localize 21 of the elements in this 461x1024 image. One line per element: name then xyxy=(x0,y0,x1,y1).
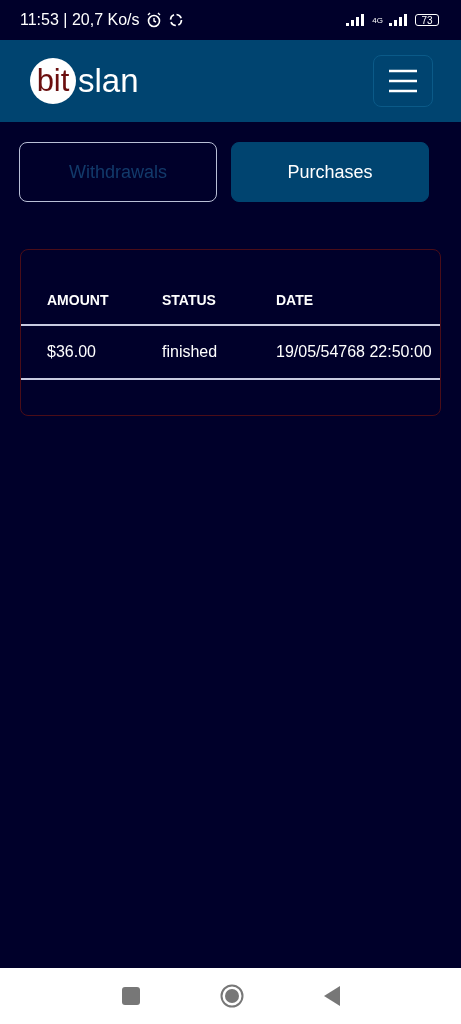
column-header: DATE xyxy=(276,292,315,308)
tab[interactable]: Purchases xyxy=(231,142,429,202)
home-icon[interactable] xyxy=(219,984,244,1008)
network-type: 4G xyxy=(372,15,383,25)
recents-icon[interactable] xyxy=(121,987,140,1005)
sync-icon xyxy=(167,12,184,28)
signal-icon xyxy=(346,14,367,26)
table-cell-text: finished xyxy=(162,343,219,361)
status-time: 11:53 | 20,7 Ko/s xyxy=(20,11,140,29)
signal-icon xyxy=(389,14,409,26)
back-icon[interactable] xyxy=(323,986,340,1006)
alarm-icon xyxy=(145,12,162,28)
column-header: AMOUNT xyxy=(47,292,110,308)
column-header: STATUS xyxy=(162,292,217,308)
menu-button[interactable] xyxy=(373,55,433,107)
battery-level: 73 xyxy=(415,14,439,26)
menu-icon xyxy=(388,69,418,93)
table-cell-text: 19/05/54768 22:50:00 xyxy=(276,343,433,361)
logo-text: slan xyxy=(78,62,139,100)
logo-badge: bit xyxy=(30,58,76,104)
table-cell-text: $36.00 xyxy=(47,343,97,361)
